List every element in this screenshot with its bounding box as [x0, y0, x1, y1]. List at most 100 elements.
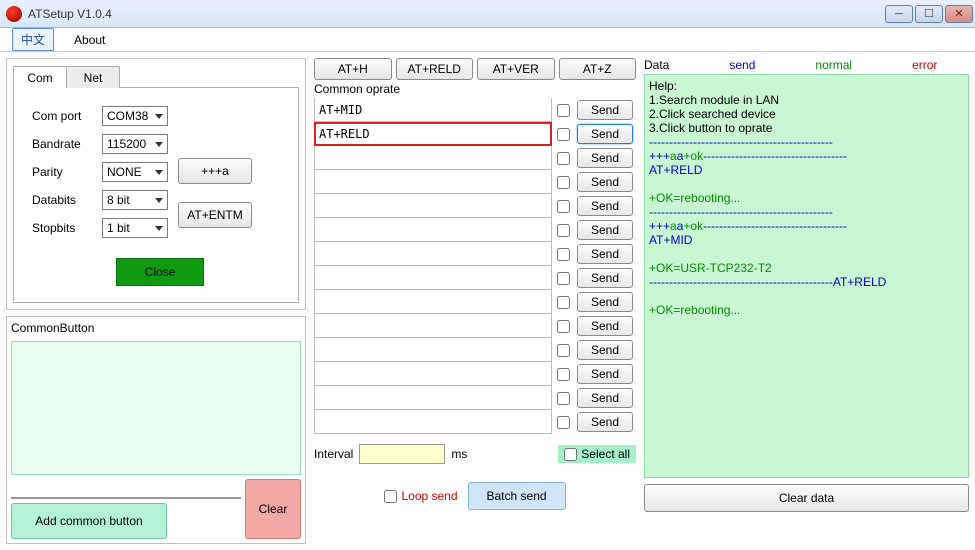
- select-all-wrap[interactable]: Select all: [558, 445, 636, 463]
- cmd-checkbox-11[interactable]: [557, 368, 570, 381]
- cmd-row: Send: [314, 290, 636, 314]
- baudrate-label: Bandrate: [32, 137, 96, 151]
- baudrate-select[interactable]: 115200: [102, 134, 168, 154]
- select-all-checkbox[interactable]: [564, 448, 577, 461]
- minimize-button[interactable]: ─: [885, 5, 913, 23]
- send-button-13[interactable]: Send: [577, 412, 633, 432]
- batch-send-button[interactable]: Batch send: [468, 482, 566, 510]
- send-button-1[interactable]: Send: [577, 124, 633, 144]
- cmd-input-13[interactable]: [314, 410, 552, 434]
- cmd-input-2[interactable]: [314, 146, 552, 170]
- cmd-input-11[interactable]: [314, 362, 552, 386]
- clear-common-button[interactable]: Clear: [245, 479, 301, 539]
- cmd-checkbox-3[interactable]: [557, 176, 570, 189]
- cmd-row: Send: [314, 410, 636, 434]
- add-common-button[interactable]: Add common button: [11, 503, 167, 539]
- commonbutton-area: [11, 341, 301, 475]
- window-title: ATSetup V1.0.4: [28, 7, 112, 21]
- plusplus-button[interactable]: +++a: [178, 158, 252, 184]
- app-window: ATSetup V1.0.4 ─ ☐ ✕ 中文 About Com Net: [0, 0, 975, 550]
- tab-com[interactable]: Com: [13, 66, 67, 88]
- commonbutton-title: CommonButton: [11, 321, 301, 335]
- cmd-checkbox-13[interactable]: [557, 416, 570, 429]
- parity-select[interactable]: NONE: [102, 162, 168, 182]
- send-button-6[interactable]: Send: [577, 244, 633, 264]
- cmd-input-12[interactable]: [314, 386, 552, 410]
- at-shortcut-0[interactable]: AT+H: [314, 58, 392, 80]
- cmd-checkbox-6[interactable]: [557, 248, 570, 261]
- legend-error: error: [912, 58, 937, 72]
- send-button-0[interactable]: Send: [577, 100, 633, 120]
- at-shortcut-2[interactable]: AT+VER: [477, 58, 555, 80]
- send-button-12[interactable]: Send: [577, 388, 633, 408]
- about-menu[interactable]: About: [66, 31, 113, 49]
- cmd-input-5[interactable]: [314, 218, 552, 242]
- cmd-checkbox-12[interactable]: [557, 392, 570, 405]
- data-title: Data: [644, 58, 669, 72]
- cmd-input-0[interactable]: AT+MID: [314, 98, 552, 122]
- tab-net[interactable]: Net: [66, 66, 120, 88]
- common-operate-label: Common oprate: [314, 82, 636, 96]
- maximize-button[interactable]: ☐: [915, 5, 943, 23]
- cmd-checkbox-9[interactable]: [557, 320, 570, 333]
- legend-normal: normal: [815, 58, 852, 72]
- send-button-7[interactable]: Send: [577, 268, 633, 288]
- comport-label: Com port: [32, 109, 96, 123]
- cmd-input-8[interactable]: [314, 290, 552, 314]
- com-settings-panel: Com port COM38 Bandrate 115200 Parity NO…: [13, 87, 299, 303]
- legend-send: send: [729, 58, 755, 72]
- commonbutton-input[interactable]: [11, 497, 241, 499]
- close-connection-button[interactable]: Close: [116, 258, 204, 286]
- loop-send-checkbox[interactable]: [384, 490, 397, 503]
- databits-select[interactable]: 8 bit: [102, 190, 168, 210]
- cmd-input-4[interactable]: [314, 194, 552, 218]
- cmd-checkbox-10[interactable]: [557, 344, 570, 357]
- cmd-row: Send: [314, 362, 636, 386]
- send-button-3[interactable]: Send: [577, 172, 633, 192]
- loop-send-wrap[interactable]: Loop send: [384, 489, 457, 503]
- cmd-row: AT+RELD Send: [314, 122, 636, 146]
- comport-select[interactable]: COM38: [102, 106, 168, 126]
- cmd-checkbox-4[interactable]: [557, 200, 570, 213]
- send-button-4[interactable]: Send: [577, 196, 633, 216]
- send-button-8[interactable]: Send: [577, 292, 633, 312]
- lang-button[interactable]: 中文: [12, 28, 54, 51]
- cmd-checkbox-5[interactable]: [557, 224, 570, 237]
- cmd-checkbox-0[interactable]: [557, 104, 570, 117]
- cmd-input-3[interactable]: [314, 170, 552, 194]
- at-entm-button[interactable]: AT+ENTM: [178, 202, 252, 228]
- titlebar[interactable]: ATSetup V1.0.4 ─ ☐ ✕: [0, 0, 975, 28]
- cmd-input-1[interactable]: AT+RELD: [314, 122, 552, 146]
- menubar: 中文 About: [0, 28, 975, 52]
- cmd-checkbox-8[interactable]: [557, 296, 570, 309]
- send-button-2[interactable]: Send: [577, 148, 633, 168]
- cmd-checkbox-7[interactable]: [557, 272, 570, 285]
- cmd-checkbox-1[interactable]: [557, 128, 570, 141]
- cmd-input-6[interactable]: [314, 242, 552, 266]
- clear-data-button[interactable]: Clear data: [644, 484, 969, 512]
- stopbits-select[interactable]: 1 bit: [102, 218, 168, 238]
- cmd-row: Send: [314, 266, 636, 290]
- parity-label: Parity: [32, 165, 96, 179]
- close-window-button[interactable]: ✕: [945, 5, 973, 23]
- stopbits-label: Stopbits: [32, 221, 96, 235]
- databits-label: Databits: [32, 193, 96, 207]
- cmd-input-10[interactable]: [314, 338, 552, 362]
- cmd-input-9[interactable]: [314, 314, 552, 338]
- interval-unit: ms: [451, 447, 467, 461]
- cmd-input-7[interactable]: [314, 266, 552, 290]
- send-button-10[interactable]: Send: [577, 340, 633, 360]
- send-button-11[interactable]: Send: [577, 364, 633, 384]
- send-button-9[interactable]: Send: [577, 316, 633, 336]
- log-output[interactable]: Help: 1.Search module in LAN 2.Click sea…: [644, 74, 969, 478]
- cmd-row: Send: [314, 338, 636, 362]
- cmd-row: Send: [314, 242, 636, 266]
- interval-input[interactable]: [359, 444, 445, 464]
- at-shortcut-1[interactable]: AT+RELD: [396, 58, 474, 80]
- cmd-row: Send: [314, 194, 636, 218]
- at-shortcut-3[interactable]: AT+Z: [559, 58, 637, 80]
- cmd-row: AT+MID Send: [314, 98, 636, 122]
- cmd-row: Send: [314, 314, 636, 338]
- send-button-5[interactable]: Send: [577, 220, 633, 240]
- cmd-checkbox-2[interactable]: [557, 152, 570, 165]
